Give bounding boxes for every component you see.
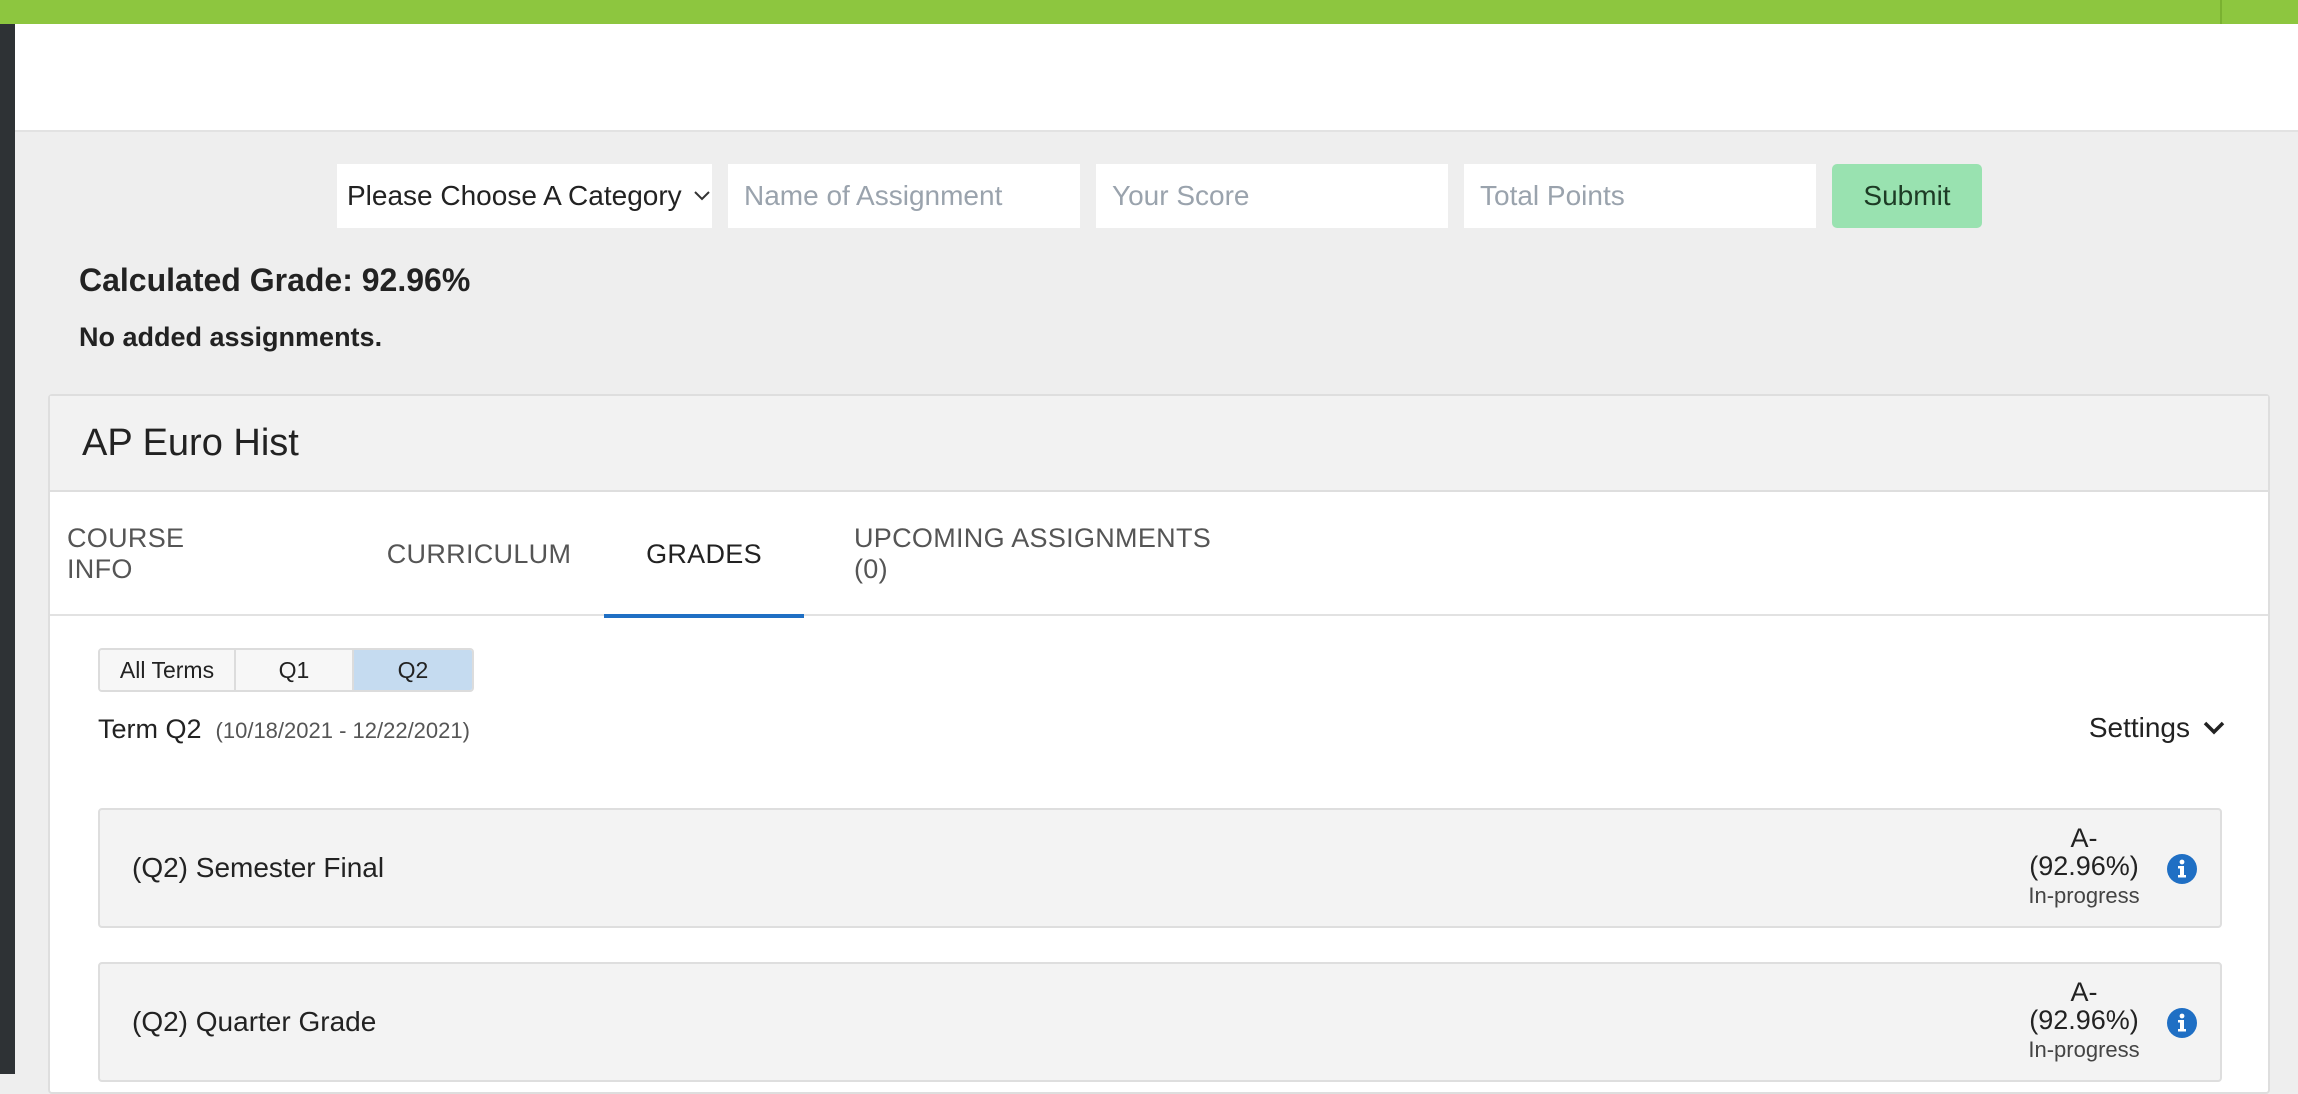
total-points-input[interactable]: [1464, 164, 1816, 228]
course-title: AP Euro Hist: [50, 396, 2268, 492]
grade-letter: A-: [2070, 823, 2098, 853]
tab-course-info[interactable]: COURSE INFO: [67, 492, 231, 616]
term-heading: Term Q2 (10/18/2021 - 12/22/2021): [98, 714, 470, 745]
calculated-grade: Calculated Grade: 92.96%: [79, 262, 471, 298]
term-filter: All Terms Q1 Q2: [98, 648, 474, 692]
grade-percent: (92.96%): [2029, 1005, 2139, 1035]
category-select[interactable]: Please Choose A Category: [337, 164, 712, 228]
course-tabs: COURSE INFO CURRICULUM GRADES UPCOMING A…: [50, 492, 2268, 618]
term-button-q1[interactable]: Q1: [236, 650, 354, 690]
grade-value: A- (92.96%) In-progress: [2024, 824, 2144, 910]
grade-row[interactable]: (Q2) Quarter Grade A- (92.96%) In-progre…: [98, 962, 2222, 1082]
term-name: Term Q2: [98, 714, 202, 744]
submit-button[interactable]: Submit: [1832, 164, 1982, 228]
left-sidebar-strip: [0, 0, 15, 1074]
settings-label: Settings: [2088, 712, 2190, 743]
top-app-bar: [0, 0, 2298, 24]
grade-row[interactable]: (Q2) Semester Final A- (92.96%) In-progr…: [98, 808, 2222, 928]
chevron-down-icon: [693, 191, 710, 201]
grade-calculator-form: Please Choose A Category Submit: [337, 164, 1982, 228]
grade-percent: (92.96%): [2029, 851, 2139, 881]
term-button-all[interactable]: All Terms: [100, 650, 236, 690]
grade-status: In-progress: [2028, 883, 2140, 908]
term-button-q2[interactable]: Q2: [354, 650, 472, 690]
tab-upcoming-assignments[interactable]: UPCOMING ASSIGNMENTS (0): [854, 492, 1239, 616]
grade-value: A- (92.96%) In-progress: [2024, 978, 2144, 1064]
score-input[interactable]: [1096, 164, 1448, 228]
term-dates: (10/18/2021 - 12/22/2021): [215, 718, 470, 743]
tab-grades[interactable]: GRADES: [604, 492, 804, 618]
course-panel: AP Euro Hist COURSE INFO CURRICULUM GRAD…: [48, 394, 2270, 1094]
info-icon[interactable]: [2166, 853, 2198, 885]
chevron-down-icon: [2203, 721, 2225, 735]
assignment-name-input[interactable]: [728, 164, 1080, 228]
grade-status: In-progress: [2028, 1037, 2140, 1062]
grade-name: (Q2) Semester Final: [132, 852, 385, 883]
grade-name: (Q2) Quarter Grade: [132, 1006, 377, 1037]
added-assignments-status: No added assignments.: [79, 322, 383, 352]
settings-dropdown[interactable]: Settings: [2089, 712, 2226, 744]
category-select-label: Please Choose A Category: [347, 180, 682, 211]
top-bar-divider: [2220, 0, 2222, 24]
info-icon[interactable]: [2166, 1007, 2198, 1039]
tab-curriculum[interactable]: CURRICULUM: [373, 492, 585, 616]
page-header: [15, 24, 2298, 132]
grade-letter: A-: [2070, 977, 2098, 1007]
